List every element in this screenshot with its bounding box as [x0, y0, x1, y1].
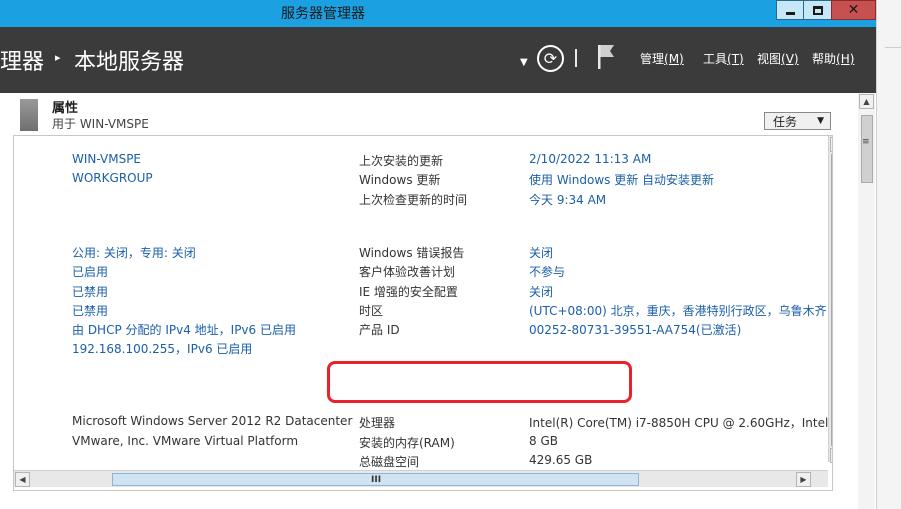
minimize-icon — [785, 11, 795, 15]
scroll-right-button[interactable]: ▶ — [796, 472, 811, 487]
close-icon: ✕ — [847, 2, 860, 18]
computer-name-link[interactable]: WIN-VMSPE — [72, 152, 141, 166]
divider — [885, 47, 901, 48]
window-title: 服务器管理器 — [281, 6, 365, 22]
header-separator — [575, 49, 577, 67]
firewall-link[interactable]: 公用: 关闭，专用: 关闭 — [72, 244, 196, 261]
properties-subtitle: 用于 WIN-VMSPE — [52, 117, 149, 131]
property-label: Windows 错误报告 — [359, 246, 465, 260]
menu-tools[interactable]: 工具(T) — [703, 50, 744, 67]
last-checked-link[interactable]: 今天 9:34 AM — [529, 191, 606, 208]
breadcrumb-current: 本地服务器 — [74, 50, 185, 75]
property-label: 产品 ID — [359, 323, 400, 337]
horizontal-scroll-thumb[interactable]: III — [112, 473, 639, 486]
disk-value: 429.65 GB — [529, 453, 593, 467]
timezone-link[interactable]: (UTC+08:00) 北京，重庆，香港特别行政区，乌鲁木齐 — [529, 302, 827, 319]
properties-horizontal-scrollbar[interactable]: ◀ III ▶ — [14, 470, 828, 487]
property-label: 时区 — [359, 304, 384, 318]
page-scroll-thumb[interactable] — [861, 115, 873, 183]
properties-panel: WIN-VMSPE WORKGROUP 公用: 关闭，专用: 关闭 已启用 已禁… — [13, 135, 833, 491]
maximize-button[interactable] — [803, 0, 832, 20]
windows-update-link[interactable]: 使用 Windows 更新 自动安装更新 — [529, 171, 714, 188]
property-label: 安装的内存(RAM) — [359, 436, 455, 450]
tasks-label: 任务 — [773, 114, 798, 129]
ethernet2-link[interactable]: 192.168.100.255，IPv6 已启用 — [72, 340, 252, 357]
scroll-left-button[interactable]: ◀ — [15, 472, 30, 487]
refresh-icon: ⟳ — [543, 49, 558, 68]
scroll-grip-icon: ≡ — [832, 278, 833, 289]
processor-value: Intel(R) Core(TM) i7-8850H CPU @ 2.60GHz… — [529, 416, 832, 430]
properties-vertical-scrollbar[interactable]: ▲ ≡ ▼ — [828, 136, 833, 463]
workgroup-link[interactable]: WORKGROUP — [72, 171, 153, 185]
history-dropdown-icon[interactable]: ▼ — [520, 57, 528, 68]
minimize-button[interactable] — [776, 0, 804, 20]
properties-title: 属性 — [52, 101, 79, 116]
property-label: 客户体验改善计划 — [359, 265, 456, 279]
os-value: Microsoft Windows Server 2012 R2 Datacen… — [72, 414, 353, 428]
page-vertical-scrollbar[interactable]: ▲ ≡ — [858, 93, 875, 509]
vertical-scroll-thumb[interactable] — [831, 154, 832, 446]
scroll-grip-icon: III — [371, 475, 382, 485]
adjacent-window-edge — [876, 0, 901, 509]
property-label: 上次检查更新的时间 — [359, 193, 468, 207]
maximize-icon — [812, 5, 823, 15]
breadcrumb-separator-icon: ▸ — [55, 51, 61, 64]
ceip-link[interactable]: 不参与 — [529, 263, 565, 280]
page-scroll-up-button[interactable]: ▲ — [859, 94, 874, 109]
chevron-right-icon: ▶ — [800, 475, 807, 484]
breadcrumb-parent[interactable]: 理器 — [0, 44, 44, 76]
ethernet-link[interactable]: 由 DHCP 分配的 IPv4 地址，IPv6 已启用 — [72, 321, 296, 338]
menu-manage[interactable]: 管理(M) — [640, 50, 684, 67]
menu-help[interactable]: 帮助(H) — [812, 50, 854, 67]
chevron-down-icon: ▼ — [817, 116, 824, 126]
notifications-flag-icon[interactable] — [597, 45, 615, 69]
nic-teaming-link[interactable]: 已禁用 — [72, 302, 108, 319]
chevron-left-icon: ◀ — [19, 475, 26, 484]
property-label: 上次安装的更新 — [359, 154, 444, 168]
header-bar: 理器 ▸ 本地服务器 ▼ ⟳ 管理(M) 工具(T) 视图(V) 帮助(H) — [0, 27, 876, 93]
refresh-button[interactable]: ⟳ — [537, 45, 564, 72]
server-manager-window: 服务器管理器 ✕ 理器 ▸ 本地服务器 ▼ ⟳ 管理(M) 工具(T) 视图(V… — [0, 0, 901, 509]
chevron-up-icon: ▲ — [863, 97, 870, 106]
product-id-link[interactable]: 00252-80731-39551-AA754(已激活) — [529, 321, 741, 338]
property-label: 处理器 — [359, 416, 396, 430]
remote-desktop-link[interactable]: 已禁用 — [72, 283, 108, 300]
main-content: 属性 用于 WIN-VMSPE 任务 ▼ WIN-VMSPE WORKGROUP… — [0, 93, 876, 509]
property-label: Windows 更新 — [359, 173, 441, 187]
property-label: 总磁盘空间 — [359, 455, 420, 469]
ram-value: 8 GB — [529, 434, 558, 448]
highlight-annotation — [327, 361, 632, 403]
ie-esc-link[interactable]: 关闭 — [529, 283, 553, 300]
close-button[interactable]: ✕ — [831, 0, 876, 20]
hardware-value: VMware, Inc. VMware Virtual Platform — [72, 434, 299, 448]
menu-view[interactable]: 视图(V) — [757, 50, 799, 67]
properties-tile-icon — [20, 99, 38, 131]
scroll-grip-icon: ≡ — [862, 137, 870, 147]
tasks-dropdown[interactable]: 任务 ▼ — [764, 112, 831, 130]
scroll-up-button[interactable]: ▲ — [830, 137, 832, 152]
error-reporting-link[interactable]: 关闭 — [529, 244, 553, 261]
scroll-down-button[interactable]: ▼ — [830, 448, 832, 463]
last-update-link[interactable]: 2/10/2022 11:13 AM — [529, 152, 651, 166]
property-label: IE 增强的安全配置 — [359, 285, 458, 299]
remote-management-link[interactable]: 已启用 — [72, 263, 108, 280]
title-bar: 服务器管理器 ✕ — [0, 0, 876, 27]
